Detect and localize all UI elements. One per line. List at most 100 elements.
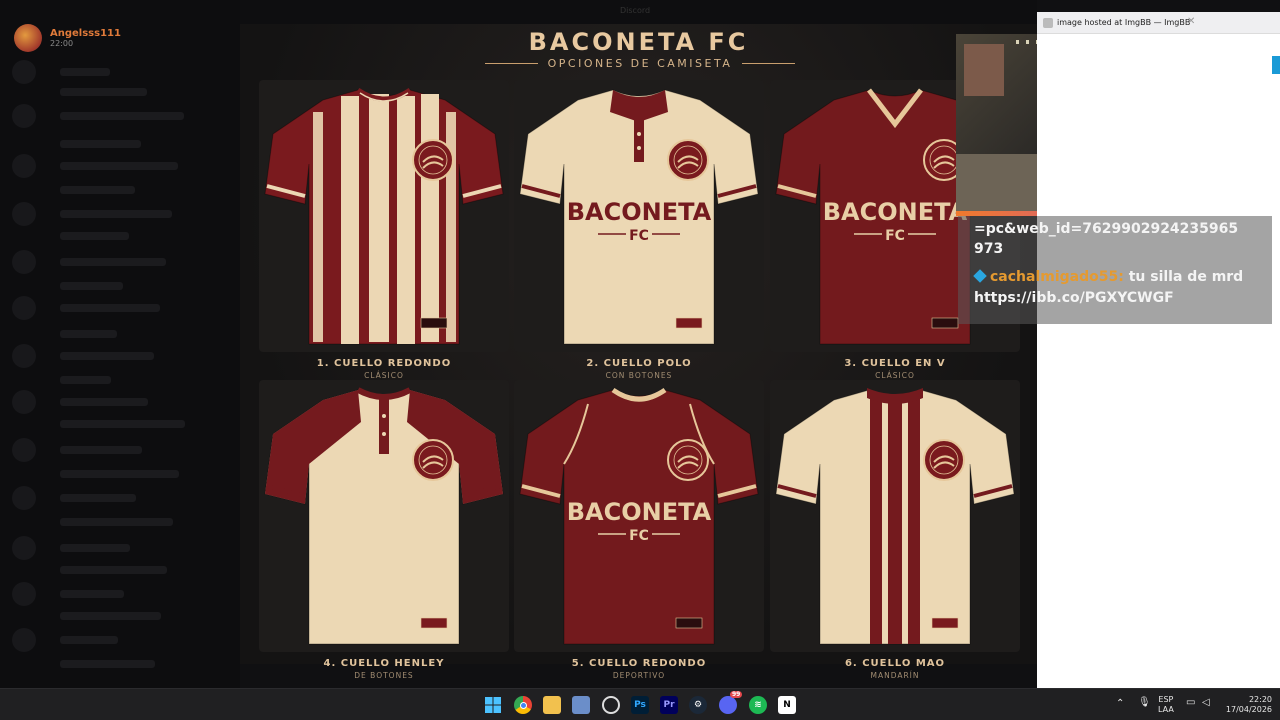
- channel-item[interactable]: [60, 232, 129, 240]
- jersey-option-card: 6. CUELLO MAO MANDARÍN: [770, 380, 1020, 680]
- clock[interactable]: 22:20 17/04/2026: [1224, 695, 1272, 715]
- lang-bottom: LAA: [1158, 705, 1174, 714]
- language-indicator[interactable]: ESP LAA: [1158, 695, 1174, 715]
- imgbb-favicon-icon: [1043, 18, 1053, 28]
- channel-item[interactable]: [60, 590, 124, 598]
- channel-item[interactable]: [60, 398, 148, 406]
- server-icon[interactable]: [12, 344, 36, 368]
- jersey-image: [775, 388, 1015, 645]
- server-icon[interactable]: [12, 250, 36, 274]
- jersey-option-label: 3. CUELLO EN V: [844, 358, 946, 369]
- poster-subtitle: OPCIONES DE CAMISETA: [547, 56, 733, 70]
- viewer-titlebar: Discord: [240, 0, 1037, 24]
- channel-item[interactable]: [60, 210, 172, 218]
- microphone-icon[interactable]: 🎙: [1138, 698, 1151, 708]
- jersey-option-sublabel: MANDARÍN: [870, 671, 920, 680]
- server-icon[interactable]: [12, 582, 36, 606]
- server-icon[interactable]: [12, 296, 36, 320]
- server-icon[interactable]: [12, 486, 36, 510]
- browser-tab-title: image hosted at ImgBB — ImgBB: [1057, 18, 1191, 27]
- channel-item[interactable]: [60, 518, 173, 526]
- server-icon[interactable]: [12, 60, 36, 84]
- channel-item[interactable]: [60, 544, 130, 552]
- notion-icon[interactable]: N: [778, 696, 796, 714]
- jersey-option-sublabel: CON BOTONES: [605, 371, 673, 380]
- jersey-option-card: 4. CUELLO HENLEY DE BOTONES: [259, 380, 509, 680]
- channel-item[interactable]: [60, 68, 110, 76]
- jersey-option-label: 6. CUELLO MAO: [844, 658, 946, 669]
- channel-item[interactable]: [60, 446, 142, 454]
- channel-item[interactable]: [60, 376, 111, 384]
- channel-item[interactable]: [60, 330, 117, 338]
- obs-icon[interactable]: [602, 696, 620, 714]
- chat-badge-icon: [973, 269, 987, 283]
- channel-item[interactable]: [60, 612, 161, 620]
- channel-item[interactable]: [60, 304, 160, 312]
- channel-item[interactable]: [60, 112, 184, 120]
- poster-subtitle-row: OPCIONES DE CAMISETA: [485, 56, 795, 70]
- webcam-wall-poster: [964, 44, 1004, 96]
- server-icon[interactable]: [12, 104, 36, 128]
- channel-item[interactable]: [60, 636, 118, 644]
- channel-item[interactable]: [60, 352, 154, 360]
- jersey-option-label: 2. CUELLO POLO: [586, 358, 692, 369]
- lang-top: ESP: [1158, 695, 1174, 704]
- stream-chat-overlay: =pc&web_id=7629902924235965 973 cachalmi…: [958, 216, 1272, 324]
- chat-link: https://ibb.co/PGXYCWGF: [974, 290, 1174, 306]
- premiere-icon[interactable]: Pr: [660, 696, 678, 714]
- channel-item[interactable]: [60, 186, 135, 194]
- folder-icon[interactable]: [543, 696, 561, 714]
- server-icon[interactable]: [12, 154, 36, 178]
- network-icon[interactable]: ▭: [1186, 698, 1195, 708]
- browser-accent: [1272, 56, 1280, 74]
- spotify-icon[interactable]: ≋: [749, 696, 767, 714]
- jersey-image: BACONETA FC: [519, 387, 759, 645]
- jersey-option-card: BACONETA FC 5. CUELLO REDONDO DEPORTIVO: [514, 380, 764, 680]
- viewer-title: Discord: [620, 6, 651, 15]
- chevron-up-icon[interactable]: ⌃: [1116, 699, 1124, 709]
- jersey-option-card: BACONETA FC 2. CUELLO POLO CON BOTONES: [514, 80, 764, 380]
- app-icon[interactable]: [572, 696, 590, 714]
- browser-window[interactable]: image hosted at ImgBB — ImgBB ✕: [1037, 12, 1280, 688]
- channel-item[interactable]: [60, 420, 185, 428]
- jersey-poster: BACONETA FC OPCIONES DE CAMISETA 1. CUEL…: [240, 24, 1037, 680]
- jersey-option-sublabel: CLÁSICO: [875, 371, 915, 380]
- browser-tab[interactable]: image hosted at ImgBB — ImgBB ✕: [1037, 12, 1280, 34]
- image-viewer[interactable]: BACONETA FC OPCIONES DE CAMISETA 1. CUEL…: [240, 24, 1037, 680]
- server-icon[interactable]: [12, 438, 36, 462]
- server-icon[interactable]: [12, 390, 36, 414]
- channel-item[interactable]: [60, 140, 141, 148]
- shirt-fc: FC: [629, 228, 649, 244]
- jersey-option-label: 4. CUELLO HENLEY: [323, 658, 445, 669]
- discord-icon[interactable]: 99: [719, 691, 743, 714]
- windows-start-icon[interactable]: [484, 696, 502, 714]
- channel-item[interactable]: [60, 162, 178, 170]
- channel-item[interactable]: [60, 660, 155, 668]
- chrome-icon[interactable]: [514, 696, 532, 714]
- steam-icon[interactable]: ⚙: [689, 696, 707, 714]
- jersey-option-sublabel: CLÁSICO: [364, 371, 404, 380]
- server-icon[interactable]: [12, 202, 36, 226]
- speaker-icon[interactable]: ◁: [1202, 698, 1210, 708]
- channel-item[interactable]: [60, 88, 147, 96]
- discord-username: Angelsss111: [50, 28, 121, 39]
- close-icon[interactable]: ✕: [1187, 16, 1195, 27]
- channel-item[interactable]: [60, 470, 179, 478]
- channel-item[interactable]: [60, 282, 123, 290]
- discord-user-card[interactable]: Angelsss111 22:00: [14, 24, 121, 52]
- channel-item[interactable]: [60, 566, 167, 574]
- jersey-option-label: 1. CUELLO REDONDO: [316, 358, 452, 369]
- avatar: [14, 24, 42, 52]
- shirt-wordmark: BACONETA: [567, 198, 712, 226]
- channel-item[interactable]: [60, 494, 136, 502]
- server-icon[interactable]: [12, 536, 36, 560]
- photoshop-icon[interactable]: Ps: [631, 696, 649, 714]
- shirt-fc: FC: [885, 228, 905, 244]
- taskbar: Ps Pr ⚙ 99 ≋ N ⌃ 🎙 ESP LAA ▭ ◁ 22:20 17/…: [0, 688, 1280, 720]
- server-icon[interactable]: [12, 628, 36, 652]
- discord-badge: 99: [730, 691, 743, 698]
- divider: [742, 62, 795, 64]
- channel-item[interactable]: [60, 258, 166, 266]
- shirt-wordmark: BACONETA: [567, 498, 712, 526]
- shirt-wordmark: BACONETA: [823, 198, 968, 226]
